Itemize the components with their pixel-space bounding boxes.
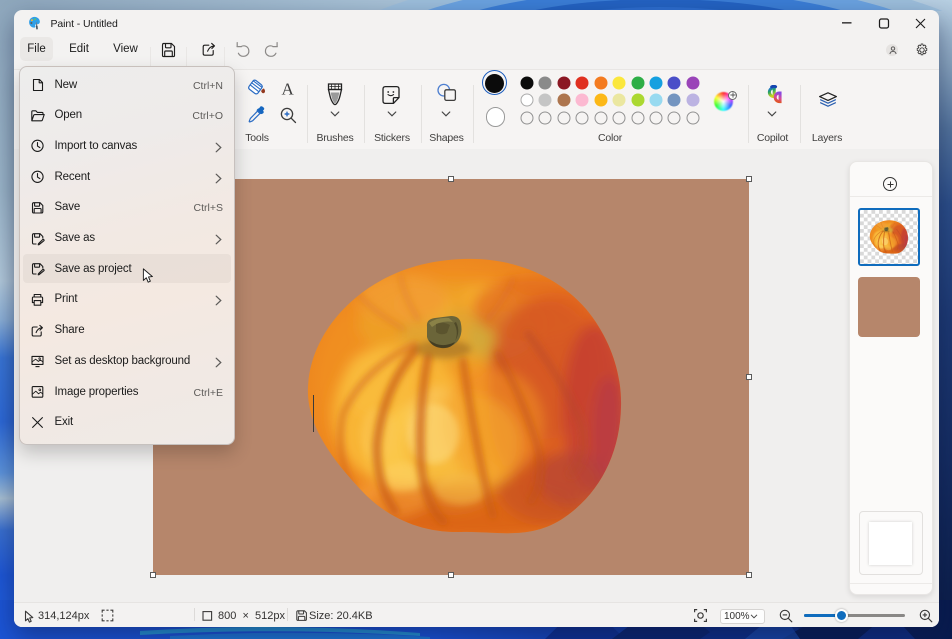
svg-text:A: A — [282, 80, 295, 99]
